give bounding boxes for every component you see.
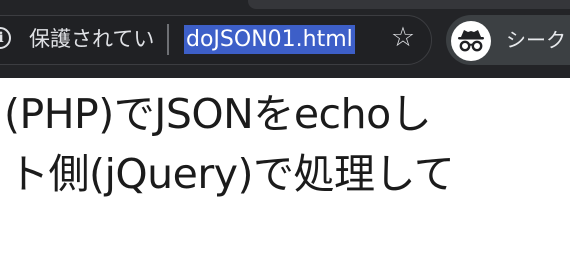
browser-window: i 保護されてい doJSON01.html ☆ シーク (PHP)でJSONを… <box>0 0 570 258</box>
security-status-label[interactable]: 保護されてい <box>29 24 154 54</box>
incognito-glyph <box>458 30 484 52</box>
star-icon[interactable]: ☆ <box>389 23 417 53</box>
browser-toolbar: i 保護されてい doJSON01.html ☆ シーク <box>0 0 570 78</box>
tab-strip <box>248 0 570 9</box>
page-text-line-1: (PHP)でJSONをechoし <box>4 90 432 138</box>
incognito-icon[interactable] <box>451 21 491 61</box>
address-bar-divider <box>167 24 169 55</box>
page-text-line-2: ト側(jQuery)で処理して <box>8 150 455 198</box>
url-text[interactable]: doJSON01.html <box>184 25 355 54</box>
incognito-label[interactable]: シーク <box>506 25 566 55</box>
